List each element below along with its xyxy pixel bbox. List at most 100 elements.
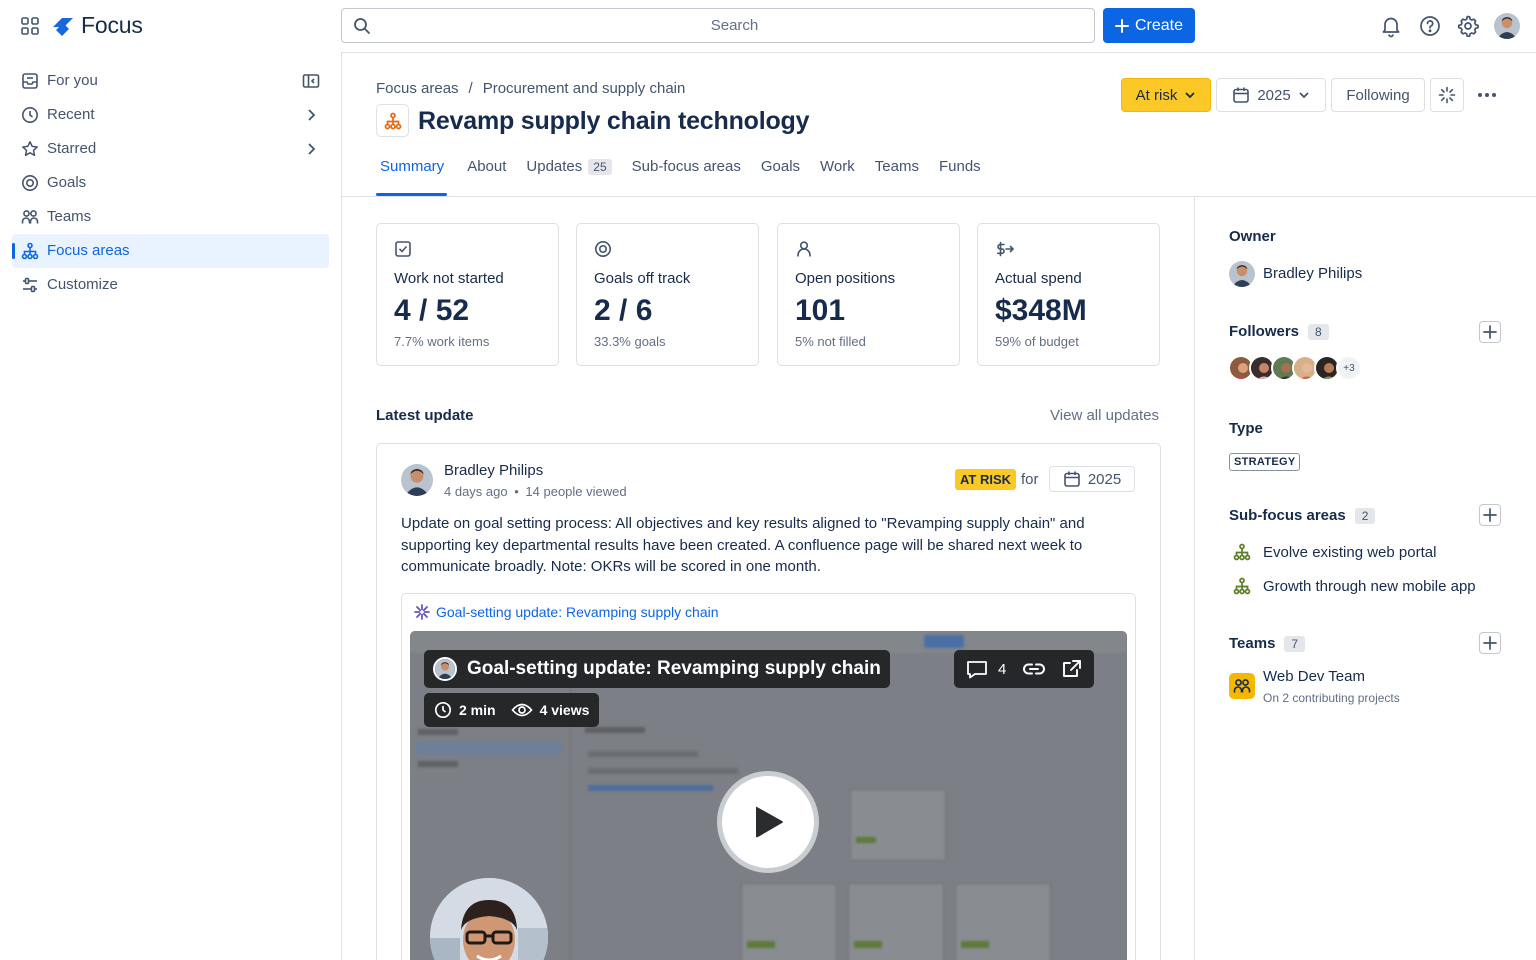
copy-link-icon[interactable]: [1022, 661, 1046, 677]
video-bg-tag: [856, 837, 876, 843]
play-icon: [751, 804, 785, 840]
create-button[interactable]: Create: [1103, 8, 1195, 43]
updates-count-badge: 25: [588, 159, 612, 175]
stat-value: 2 / 6: [594, 294, 653, 327]
star-icon: [21, 140, 39, 158]
search-input[interactable]: [382, 9, 1087, 42]
tab-updates[interactable]: Updates 25: [526, 146, 612, 196]
comment-icon[interactable]: [966, 659, 988, 679]
video-bg-card: [741, 883, 837, 960]
checkbox-icon: [394, 240, 412, 258]
plus-icon: [1483, 508, 1497, 522]
stat-card-goals-off-track[interactable]: Goals off track 2 / 6 33.3% goals: [576, 223, 759, 366]
app-logo[interactable]: Focus: [51, 12, 143, 39]
tab-summary[interactable]: Summary: [376, 146, 448, 196]
tab-label: Summary: [380, 158, 445, 175]
stat-card-work-not-started[interactable]: Work not started 4 / 52 7.7% work items: [376, 223, 559, 366]
tab-label: Teams: [874, 158, 919, 175]
sidebar-item-for-you[interactable]: For you: [12, 64, 329, 98]
video-actions-chip: 4: [954, 650, 1095, 688]
video-player[interactable]: Goal-setting update: Revamping supply ch…: [410, 631, 1127, 960]
year-value: 2025: [1087, 470, 1122, 488]
sidebar-item-goals[interactable]: Goals: [12, 166, 329, 200]
status-dropdown[interactable]: At risk: [1121, 78, 1211, 112]
sidebar-item-label: Goals: [47, 174, 87, 191]
add-team-button[interactable]: [1479, 632, 1501, 654]
update-year-chip[interactable]: 2025: [1049, 466, 1135, 492]
sidebar-item-label: Focus areas: [47, 242, 130, 259]
sidebar-item-teams[interactable]: Teams: [12, 200, 329, 234]
presenter-bubble[interactable]: [430, 878, 548, 960]
author-name[interactable]: Bradley Philips: [444, 462, 543, 479]
video-bg-card: [850, 789, 946, 861]
more-actions-button[interactable]: [1470, 78, 1504, 112]
video-stats-chip: 2 min 4 views: [424, 693, 600, 727]
sidebar-item-customize[interactable]: Customize: [12, 268, 329, 302]
collapse-sidebar-icon[interactable]: [302, 72, 320, 90]
sidebar-item-starred[interactable]: Starred: [12, 132, 329, 166]
sub-focus-item[interactable]: Growth through new mobile app: [1233, 577, 1476, 595]
stat-title: Open positions: [795, 270, 896, 287]
app-switcher-icon[interactable]: [20, 16, 40, 36]
owner-name[interactable]: Bradley Philips: [1263, 265, 1362, 282]
tab-label: About: [467, 158, 507, 175]
main-content: Focus areas / Procurement and supply cha…: [342, 52, 1536, 960]
play-button[interactable]: [717, 771, 819, 873]
loom-link[interactable]: Goal-setting update: Revamping supply ch…: [414, 604, 719, 620]
following-button[interactable]: Following: [1331, 78, 1425, 112]
breadcrumb-procurement[interactable]: Procurement and supply chain: [483, 80, 686, 97]
sub-focus-item[interactable]: Evolve existing web portal: [1233, 543, 1436, 561]
update-time: 4 days ago: [444, 484, 508, 499]
hierarchy-icon: [1233, 543, 1251, 561]
update-body: Update on goal setting process: All obje…: [401, 515, 1085, 575]
tab-label: Funds: [938, 158, 981, 175]
external-link-icon[interactable]: [1062, 659, 1082, 679]
sidebar-item-recent[interactable]: Recent: [12, 98, 329, 132]
sidebar-item-focus-areas[interactable]: Focus areas: [12, 234, 329, 268]
teams-heading: Teams 7: [1229, 635, 1306, 652]
video-bg-text: [418, 729, 458, 735]
clock-icon: [21, 106, 39, 124]
video-duration: 2 min: [459, 702, 496, 718]
teams-count-badge: 7: [1284, 635, 1306, 652]
tab-funds[interactable]: Funds: [939, 146, 981, 196]
stat-value: 101: [795, 294, 846, 327]
following-label: Following: [1346, 86, 1410, 104]
team-name[interactable]: Web Dev Team: [1263, 668, 1365, 685]
breadcrumb-focus-areas[interactable]: Focus areas: [376, 80, 459, 97]
owner-avatar[interactable]: [1229, 261, 1255, 287]
profile-avatar[interactable]: [1494, 13, 1520, 39]
sub-focus-heading: Sub-focus areas 2: [1229, 507, 1376, 524]
notifications-bell-icon[interactable]: [1379, 14, 1403, 38]
year-dropdown[interactable]: 2025: [1216, 78, 1326, 112]
stat-title: Goals off track: [594, 270, 691, 287]
calendar-icon: [1232, 86, 1250, 104]
top-navigation: Focus Create: [0, 0, 1536, 52]
video-bg-nav-highlight: [416, 741, 562, 755]
video-title-chip: Goal-setting update: Revamping supply ch…: [424, 650, 890, 688]
help-icon[interactable]: [1418, 14, 1442, 38]
tab-sub-focus-areas[interactable]: Sub-focus areas: [632, 146, 741, 196]
settings-gear-icon[interactable]: [1456, 14, 1480, 38]
teams-heading-text: Teams: [1229, 635, 1276, 652]
breadcrumb-separator: /: [468, 80, 473, 97]
tab-bar: Summary About Updates 25 Sub-focus areas …: [376, 146, 1001, 196]
search-bar[interactable]: [341, 8, 1095, 43]
add-sub-focus-button[interactable]: [1479, 504, 1501, 526]
add-follower-button[interactable]: [1479, 321, 1501, 343]
tab-about[interactable]: About: [467, 146, 506, 196]
tab-goals[interactable]: Goals: [761, 146, 800, 196]
video-bg-tag: [747, 941, 775, 948]
tab-work[interactable]: Work: [820, 146, 855, 196]
tab-label: Work: [820, 158, 855, 175]
author-avatar[interactable]: [401, 464, 433, 496]
tab-teams[interactable]: Teams: [875, 146, 919, 196]
stat-card-actual-spend[interactable]: Actual spend $348M 59% of budget: [977, 223, 1160, 366]
update-meta: 4 days ago • 14 people viewed: [444, 484, 627, 499]
sidebar-item-label: Recent: [47, 106, 95, 123]
ai-sparkle-button[interactable]: [1430, 78, 1464, 112]
owner-heading: Owner: [1229, 228, 1276, 245]
stat-card-open-positions[interactable]: Open positions 101 5% not filled: [777, 223, 960, 366]
stat-subtext: 7.7% work items: [394, 334, 490, 349]
view-all-updates-link[interactable]: View all updates: [1050, 407, 1159, 424]
